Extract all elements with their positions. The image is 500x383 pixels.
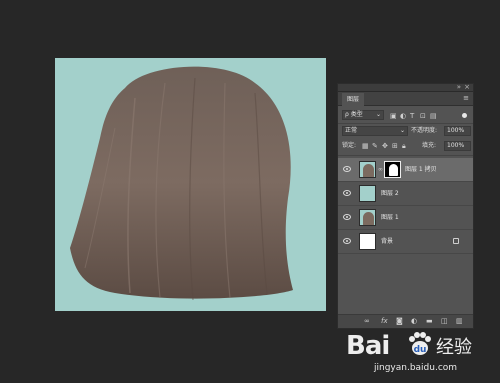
layer-name: 背景 [381,238,394,245]
layer-row[interactable]: 背景 [338,230,473,254]
pixel-filter-icon[interactable]: ▣ [390,111,397,121]
chevron-down-icon: ⌄ [399,127,405,134]
layer-name: 图层 1 拷贝 [405,166,437,173]
lock-transparent-icon[interactable]: ▦ [362,141,369,151]
hair-image [70,66,293,301]
layer-mask-thumbnail[interactable] [384,161,401,178]
close-icon[interactable]: × [464,83,470,91]
type-filter-icon[interactable]: T [410,111,414,121]
lock-artboard-icon[interactable]: ⊞ [392,141,398,151]
fill-label: 填充: [422,142,437,149]
shape-filter-icon[interactable]: ⊡ [420,111,426,121]
lock-icon[interactable] [453,238,459,244]
panel-titlebar: » × [338,83,473,92]
filter-toggle-icon[interactable] [462,113,467,118]
layer-thumbnail [359,209,376,226]
baidu-jingyan-watermark: Bai du 经验 jingyan.baidu.com [346,326,496,378]
filter-row: ρ 类型 ⌄ ▣ ◐ T ⊡ ▤ [338,109,473,122]
visibility-eye-icon[interactable] [343,214,351,220]
trash-icon[interactable]: ▥ [456,317,463,326]
fx-icon[interactable]: fx [381,317,388,326]
layer-row[interactable]: ∞ 图层 1 拷贝 [338,158,473,182]
lock-all-icon[interactable]: 🔒︎ [402,141,406,151]
watermark-suffix: 经验 [436,337,472,358]
chain-link-icon[interactable]: ∞ [378,166,383,173]
opacity-field[interactable]: 100% [444,126,471,136]
link-icon[interactable]: ∞ [364,317,370,326]
watermark-brand: Bai [346,331,390,361]
divider [338,155,473,156]
blend-mode-select[interactable]: 正常 ⌄ [342,126,408,136]
document-canvas[interactable] [55,58,326,311]
divider [338,123,473,124]
layer-thumbnail [359,233,376,250]
chevron-down-icon: ⌄ [375,111,381,118]
layer-thumbnail [359,185,376,202]
mask-icon[interactable]: ◙ [396,317,403,326]
smart-object-filter-icon[interactable]: ▤ [430,111,437,121]
adjustment-filter-icon[interactable]: ◐ [400,111,406,121]
panel-menu-icon[interactable]: ≡ [463,94,469,103]
lock-label: 锁定: [342,142,357,149]
layer-row[interactable]: 图层 2 [338,182,473,206]
visibility-eye-icon[interactable] [343,190,351,196]
lock-row: 锁定: ▦ ✎ ✥ ⊞ 🔒︎ 填充: 100% [338,140,473,153]
visibility-eye-icon[interactable] [343,166,351,172]
new-layer-icon[interactable]: ◫ [441,317,448,326]
panel-tabbar: 图层 ≡ [338,92,473,106]
layer-row[interactable]: 图层 1 [338,206,473,230]
search-icon: ρ [345,111,349,118]
fill-field[interactable]: 100% [444,141,471,151]
svg-text:du: du [414,345,427,355]
opacity-label: 不透明度: [411,127,438,134]
blend-row: 正常 ⌄ 不透明度: 100% [338,125,473,138]
folder-icon[interactable]: ▬ [426,317,433,326]
layer-filter-select[interactable]: ρ 类型 ⌄ [342,110,384,120]
paw-logo-icon: du [409,332,431,355]
collapse-icon[interactable]: » [457,83,461,91]
layer-name: 图层 2 [381,190,399,197]
lock-pixels-icon[interactable]: ✎ [372,141,378,151]
watermark-url: jingyan.baidu.com [374,363,458,373]
lock-position-icon[interactable]: ✥ [382,141,388,151]
adjustment-icon[interactable]: ◐ [411,317,417,326]
layers-panel: » × 图层 ≡ ρ 类型 ⌄ ▣ ◐ T ⊡ ▤ 正常 ⌄ 不透明度: 100… [337,83,474,329]
layer-name: 图层 1 [381,214,399,221]
tab-layers[interactable]: 图层 [342,93,365,106]
visibility-eye-icon[interactable] [343,238,351,244]
layer-thumbnail [359,161,376,178]
